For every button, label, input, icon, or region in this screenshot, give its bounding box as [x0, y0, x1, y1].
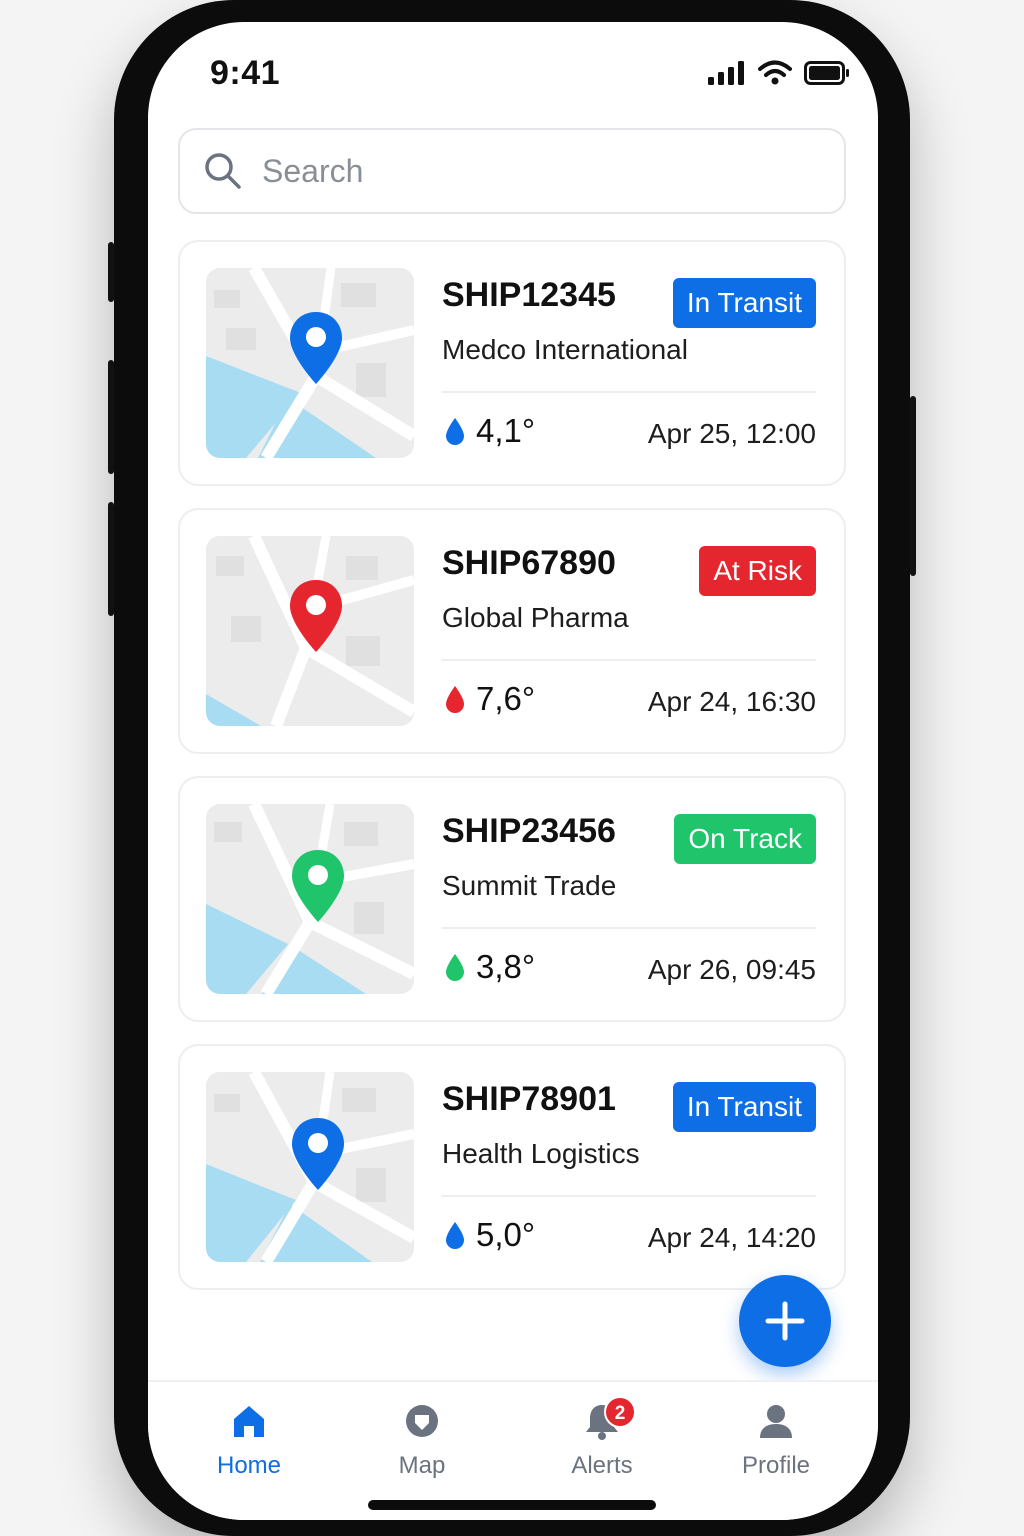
- add-shipment-button[interactable]: [739, 1275, 831, 1367]
- temperature-value: 3,8°: [476, 948, 536, 985]
- search-icon: [205, 153, 241, 189]
- battery-icon: [804, 61, 849, 85]
- tab-label: Profile: [741, 1452, 811, 1479]
- map-thumbnail: [206, 268, 414, 458]
- timestamp: Apr 25, 12:00: [647, 418, 816, 449]
- company-name: Medco International: [442, 334, 688, 365]
- divider: [442, 1195, 816, 1197]
- map-thumbnail: [206, 536, 414, 726]
- status-icons: [708, 60, 850, 86]
- profile-icon: [760, 1405, 792, 1438]
- droplet-icon: [446, 1222, 464, 1249]
- temperature: 3,8°: [444, 948, 535, 986]
- divider: [442, 659, 816, 661]
- shipment-id: SHIP23456: [442, 812, 616, 850]
- status-time: 9:41: [210, 54, 281, 92]
- side-button: [108, 360, 114, 474]
- status-badge: In Transit: [672, 1082, 816, 1132]
- map-thumbnail: [206, 1072, 414, 1262]
- tab-alerts[interactable]: 2 Alerts: [532, 1396, 672, 1480]
- divider: [442, 927, 816, 929]
- search-bar[interactable]: [178, 128, 846, 214]
- status-badge: In Transit: [672, 278, 816, 328]
- signal-icon: [708, 61, 744, 85]
- temperature: 5,0°: [444, 1216, 535, 1254]
- timestamp: Apr 26, 09:45: [647, 954, 816, 985]
- tab-label: Alerts: [571, 1452, 633, 1479]
- timestamp: Apr 24, 14:20: [647, 1222, 816, 1253]
- temperature-value: 4,1°: [476, 412, 536, 449]
- tab-label: Home: [216, 1452, 282, 1479]
- map-thumbnail: [206, 804, 414, 994]
- shipment-card[interactable]: SHIP12345 In Transit Medco International…: [178, 240, 846, 486]
- tab-bar: Home Map 2 Alerts Profile: [148, 1380, 878, 1520]
- shipment-card[interactable]: SHIP78901 In Transit Health Logistics 5,…: [178, 1044, 846, 1290]
- plus-icon: [765, 1301, 805, 1341]
- company-name: Global Pharma: [442, 602, 629, 633]
- company-name: Health Logistics: [442, 1138, 640, 1169]
- temperature: 4,1°: [444, 412, 535, 450]
- side-button: [910, 396, 916, 576]
- location-pin-icon: [292, 1118, 344, 1190]
- status-badge: At Risk: [699, 546, 816, 596]
- shipment-card[interactable]: SHIP23456 On Track Summit Trade 3,8° Apr…: [178, 776, 846, 1022]
- temperature-value: 5,0°: [476, 1216, 536, 1253]
- temperature: 7,6°: [444, 680, 535, 718]
- location-pin-icon: [290, 580, 342, 652]
- alerts-count-badge: 2: [604, 1396, 636, 1428]
- home-icon: [234, 1406, 264, 1437]
- droplet-icon: [446, 686, 464, 713]
- location-pin-icon: [292, 850, 344, 922]
- shipment-card[interactable]: SHIP67890 At Risk Global Pharma 7,6° Apr…: [178, 508, 846, 754]
- shipment-id: SHIP67890: [442, 544, 616, 582]
- divider: [442, 391, 816, 393]
- side-button: [108, 502, 114, 616]
- side-button: [108, 242, 114, 302]
- tab-home[interactable]: Home: [179, 1396, 319, 1480]
- timestamp: Apr 24, 16:30: [647, 686, 816, 717]
- map-icon: [406, 1405, 438, 1437]
- tab-map[interactable]: Map: [352, 1396, 492, 1480]
- company-name: Summit Trade: [442, 870, 617, 901]
- tab-profile[interactable]: Profile: [706, 1396, 846, 1480]
- status-badge: On Track: [674, 814, 816, 864]
- home-indicator[interactable]: [368, 1500, 656, 1510]
- temperature-value: 7,6°: [476, 680, 536, 717]
- app-screen: 9:41 Search SHIP12345 In Transit Medco I…: [148, 22, 878, 1520]
- status-bar: 9:41: [148, 22, 878, 122]
- shipment-id: SHIP12345: [442, 276, 616, 314]
- droplet-icon: [446, 418, 464, 445]
- droplet-icon: [446, 954, 464, 981]
- shipment-id: SHIP78901: [442, 1080, 616, 1118]
- location-pin-icon: [290, 312, 342, 384]
- wifi-icon: [758, 60, 792, 85]
- search-input[interactable]: [260, 151, 820, 191]
- tab-label: Map: [398, 1452, 446, 1479]
